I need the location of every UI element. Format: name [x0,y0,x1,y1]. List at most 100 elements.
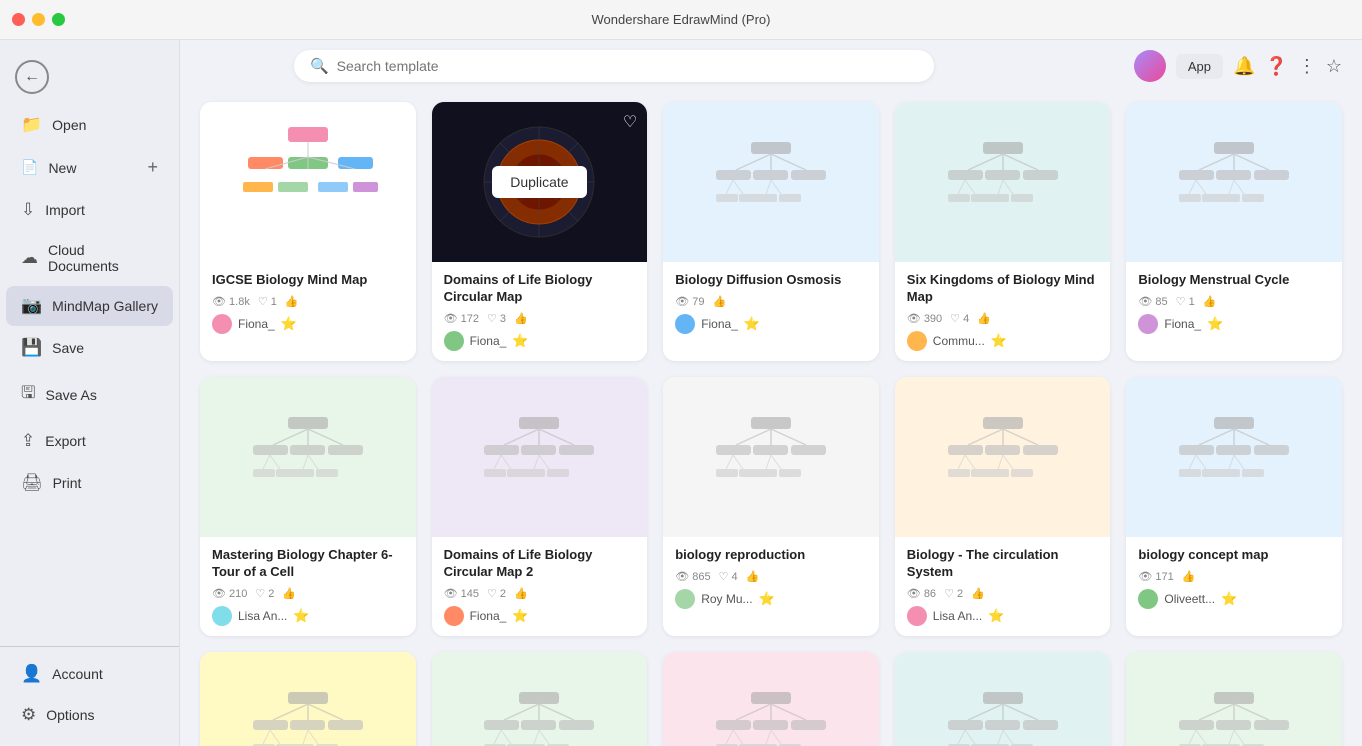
card-thumbnail [1126,102,1342,262]
card-info: Domains of Life Biology Circular Map 2 👁… [432,537,648,636]
card-author: Roy Mu... ⭐ [675,589,867,609]
views: 👁 171 [1138,570,1173,583]
card-info: Biology - The circulation System 👁 86 ♡ … [895,537,1111,636]
likes: ♡ 2 [487,587,506,600]
card-meta: 👁 86 ♡ 2 👍 [907,587,1099,600]
card-meta: 👁 390 ♡ 4 👍 [907,312,1099,325]
views: 👁 79 [675,295,704,308]
card-biology-menstrual[interactable]: Biology Menstrual Cycle 👁 85 ♡ 1 👍 Fiona… [1126,102,1342,361]
pro-badge: ⭐ [1221,591,1237,607]
card-thumbnail [200,102,416,262]
sidebar-item-new[interactable]: 📄 New + [6,147,173,188]
sidebar-item-export[interactable]: ⇪ Export [6,421,173,461]
thumbup: 👍 [514,587,528,600]
help-icon[interactable]: ❓ [1265,56,1287,77]
options-icon: ⚙ [21,705,36,725]
thumbup: 👍 [1203,295,1217,308]
sidebar-item-saveas[interactable]: 🖫 Save As [6,370,173,419]
duplicate-button[interactable]: Duplicate [492,166,586,198]
sidebar-item-account[interactable]: 👤 Account [6,654,173,694]
open-label: Open [52,117,86,133]
author-name: Fiona_ [470,334,507,348]
pro-badge: ⭐ [512,608,528,624]
card-domains-bottom[interactable]: Domains of Life Biology Circular Map 2 👁… [432,377,648,636]
search-bar[interactable]: 🔍 [294,50,934,82]
import-label: Import [45,202,85,218]
pro-badge: ⭐ [281,316,297,332]
save-label: Save [52,340,84,356]
pro-badge: ⭐ [988,608,1004,624]
card-title: biology reproduction [675,547,867,564]
export-label: Export [45,433,85,449]
close-button[interactable] [12,13,25,26]
sidebar-item-cloud[interactable]: ☁ Cloud Documents [6,232,173,284]
author-name: Lisa An... [933,609,982,623]
search-input[interactable] [337,58,918,74]
new-icon: 📄 [21,159,38,176]
back-button[interactable]: ← [0,50,179,104]
card-biology-reproduction[interactable]: biology reproduction 👁 865 ♡ 4 👍 Roy Mu.… [663,377,879,636]
account-icon: 👤 [21,664,42,684]
card-menstrual-cycle[interactable]: Menstrual Cycle Biology 👁 120 ♡ 2 👍 Lisa… [663,652,879,746]
back-circle-icon[interactable]: ← [15,60,49,94]
author-avatar [907,331,927,351]
card-mastering-biology[interactable]: Mastering Biology Chapter 6-Tour of a Ce… [200,377,416,636]
new-label: New [48,160,76,176]
author-avatar [675,314,695,334]
card-author: Fiona_ ⭐ [675,314,867,334]
card-info: biology reproduction 👁 865 ♡ 4 👍 Roy Mu.… [663,537,879,619]
pro-badge: ⭐ [991,333,1007,349]
likes: ♡ 2 [944,587,963,600]
maximize-button[interactable] [52,13,65,26]
save-icon: 💾 [21,338,42,358]
bell-icon[interactable]: 🔔 [1233,56,1255,77]
author-name: Fiona_ [1164,317,1201,331]
sidebar-item-save[interactable]: 💾 Save [6,328,173,368]
star-icon[interactable]: ☆ [1326,56,1342,77]
sidebar-item-import[interactable]: ⇩ Import [6,190,173,230]
cards-grid: IGCSE Biology Mind Map 👁 1.8k ♡ 1 👍 Fion… [200,102,1342,746]
card-title: biology concept map [1138,547,1330,564]
app-button[interactable]: App [1176,54,1223,79]
card-igcse-biology[interactable]: IGCSE Biology Mind Map 👁 1.8k ♡ 1 👍 Fion… [200,102,416,361]
minimize-button[interactable] [32,13,45,26]
views: 👁 145 [444,587,479,600]
card-domains-of-life[interactable]: Duplicate ♡ Domains of Life Biology Circ… [432,102,648,361]
card-biology-cell-mind-map[interactable]: Biology Cell Mind Map 👁 163 ♡ 1 👍 Rashmi [200,652,416,746]
card-thumbnail [895,652,1111,746]
card-biology-concept-map2[interactable]: biology concept map 👁 171 👍 Oliveett... … [1126,377,1342,636]
card-thumbnail [1126,377,1342,537]
card-author: Fiona_ ⭐ [1138,314,1330,334]
sidebar-item-open[interactable]: 📁 Open [6,105,173,145]
views: 👁 172 [444,312,479,325]
card-author: Oliveett... ⭐ [1138,589,1330,609]
card-top-card[interactable]: Biology Overview 👁 189 ♡ 3 👍 Lisa An... … [895,652,1111,746]
card-title: Biology Diffusion Osmosis [675,272,867,289]
views: 👁 85 [1138,295,1167,308]
card-biology-diffusion[interactable]: Biology Diffusion Osmosis 👁 79 👍 Fiona_ … [663,102,879,361]
card-meta: 👁 1.8k ♡ 1 👍 [212,295,404,308]
grid-icon[interactable]: ⋮ [1298,56,1316,77]
card-biology-circulation[interactable]: Biology - The circulation System 👁 86 ♡ … [895,377,1111,636]
card-title: Six Kingdoms of Biology Mind Map [907,272,1099,306]
card-thumbnail [432,652,648,746]
card-author: Lisa An... ⭐ [907,606,1099,626]
sidebar-item-mindmap[interactable]: 📷 MindMap Gallery [6,286,173,326]
app-title: Wondershare EdrawMind (Pro) [592,12,771,27]
views: 👁 390 [907,312,942,325]
card-author: Fiona_ ⭐ [444,606,636,626]
card-title: IGCSE Biology Mind Map [212,272,404,289]
card-meta: 👁 172 ♡ 3 👍 [444,312,636,325]
card-author: Lisa An... ⭐ [212,606,404,626]
author-avatar [444,331,464,351]
content-area: IGCSE Biology Mind Map 👁 1.8k ♡ 1 👍 Fion… [180,92,1362,746]
avatar[interactable] [1134,50,1166,82]
card-six-kingdoms[interactable]: Six Kingdoms of Biology Mind Map 👁 390 ♡… [895,102,1111,361]
sidebar-item-options[interactable]: ⚙ Options [6,695,173,735]
card-biology-concept-top[interactable]: Biology Concept Map 👁 132 ♡ 1 👍 Oliveett… [432,652,648,746]
views: 👁 1.8k [212,295,250,308]
topbar-right: App 🔔 ❓ ⋮ ☆ [1134,50,1342,82]
sidebar-item-print[interactable]: 🖨 Print [6,463,173,503]
card-bottom-card[interactable]: Biology Network Map 👁 95 ♡ 1 👍 Fiona_ ⭐ [1126,652,1342,746]
author-avatar [675,589,695,609]
